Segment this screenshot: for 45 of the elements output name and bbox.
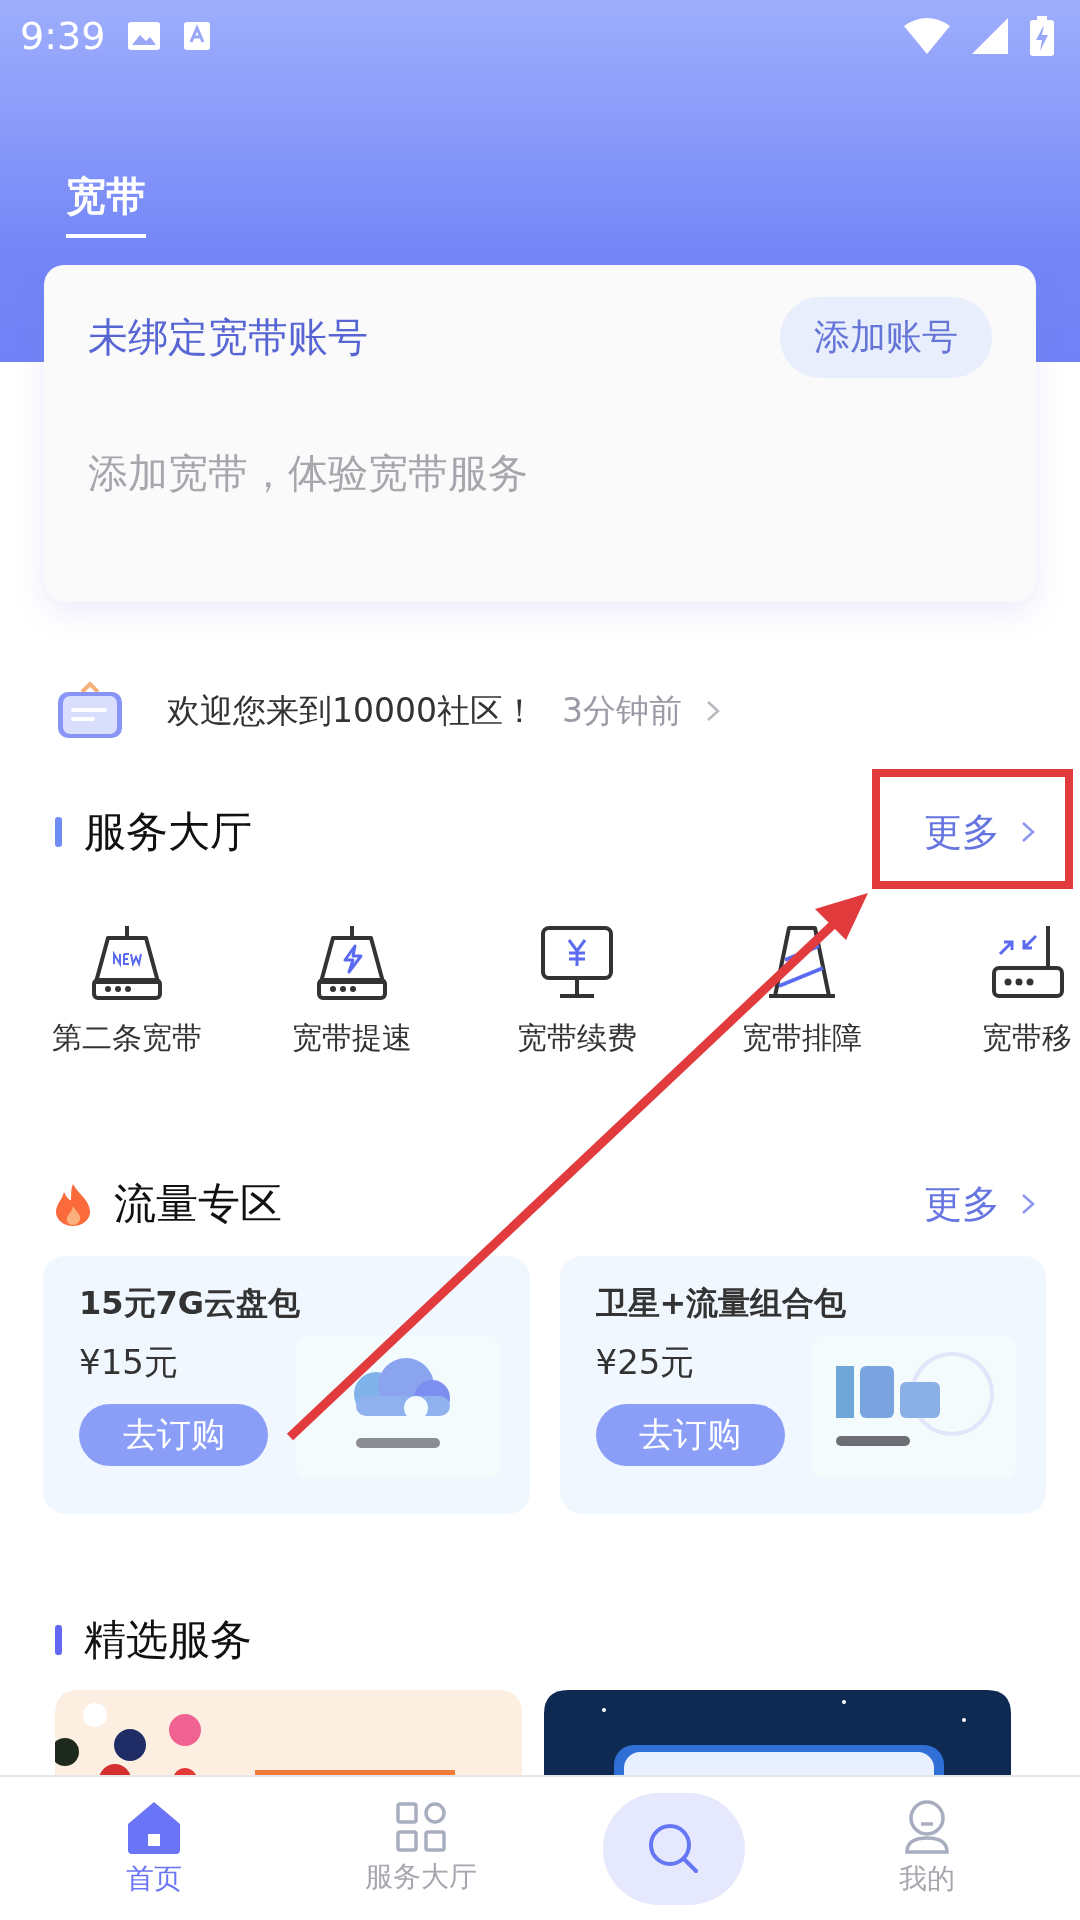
section-marker (55, 1625, 62, 1655)
order-button[interactable]: 去订购 (595, 1404, 785, 1466)
flame-icon (54, 1182, 92, 1226)
nav-tab[interactable]: 服务大厅 (335, 1801, 506, 1896)
header-tab[interactable]: 宽带 (66, 172, 146, 238)
product-card[interactable]: 15元7G云盘包 ¥15元 去订购 (43, 1256, 530, 1514)
home-icon (125, 1799, 182, 1854)
product-name: 卫星+流量组合包 (595, 1283, 848, 1324)
nav-tab[interactable]: 我的 (841, 1799, 1012, 1898)
router-icon[interactable] (989, 924, 1064, 1000)
product-card[interactable]: 卫星+流量组合包 ¥25元 去订购 (559, 1256, 1046, 1514)
service-label[interactable]: 宽带移 (981, 1018, 1072, 1059)
section-title: 精选服务 (84, 1614, 252, 1666)
service-label[interactable]: 宽带提速 (291, 1018, 412, 1059)
signal-icon (972, 18, 1008, 54)
chevron-icon[interactable] (1020, 820, 1036, 844)
user-icon (904, 1799, 949, 1854)
router-icon[interactable] (89, 924, 164, 1000)
section-title: 服务大厅 (84, 806, 252, 858)
nav-tab[interactable]: 首页 (68, 1799, 239, 1898)
service-label[interactable]: 宽带续费 (516, 1018, 637, 1059)
text-icon (183, 21, 212, 51)
notice-text[interactable]: 欢迎您来到10000社区！ (167, 688, 536, 734)
account-hint: 添加宽带，体验宽带服务 (88, 449, 529, 498)
more-link[interactable]: 更多 (924, 1178, 1000, 1230)
product-name: 15元7G云盘包 (79, 1283, 302, 1324)
battery-icon (1030, 16, 1054, 56)
service-label[interactable]: 第二条宽带 (51, 1018, 202, 1059)
status-time: 9:39 (20, 14, 106, 58)
router-icon[interactable] (314, 924, 389, 1000)
product-price: ¥25元 (595, 1341, 696, 1384)
wifi-icon (904, 18, 950, 54)
chevron-icon[interactable] (1020, 1192, 1036, 1216)
section-marker (55, 817, 62, 847)
order-button[interactable]: 去订购 (79, 1404, 268, 1466)
grid-icon (395, 1801, 446, 1852)
image-icon (127, 21, 162, 51)
service-label[interactable]: 宽带排障 (741, 1018, 862, 1059)
add-account-button[interactable]: 添加账号 (780, 297, 992, 378)
product-price: ¥15元 (79, 1341, 179, 1384)
monitor-icon[interactable] (539, 924, 614, 1000)
account-status: 未绑定宽带账号 (88, 313, 368, 362)
section-title: 流量专区 (114, 1178, 282, 1230)
notice-time: 3分钟前 (562, 689, 682, 732)
more-link[interactable]: 更多 (924, 806, 1000, 858)
